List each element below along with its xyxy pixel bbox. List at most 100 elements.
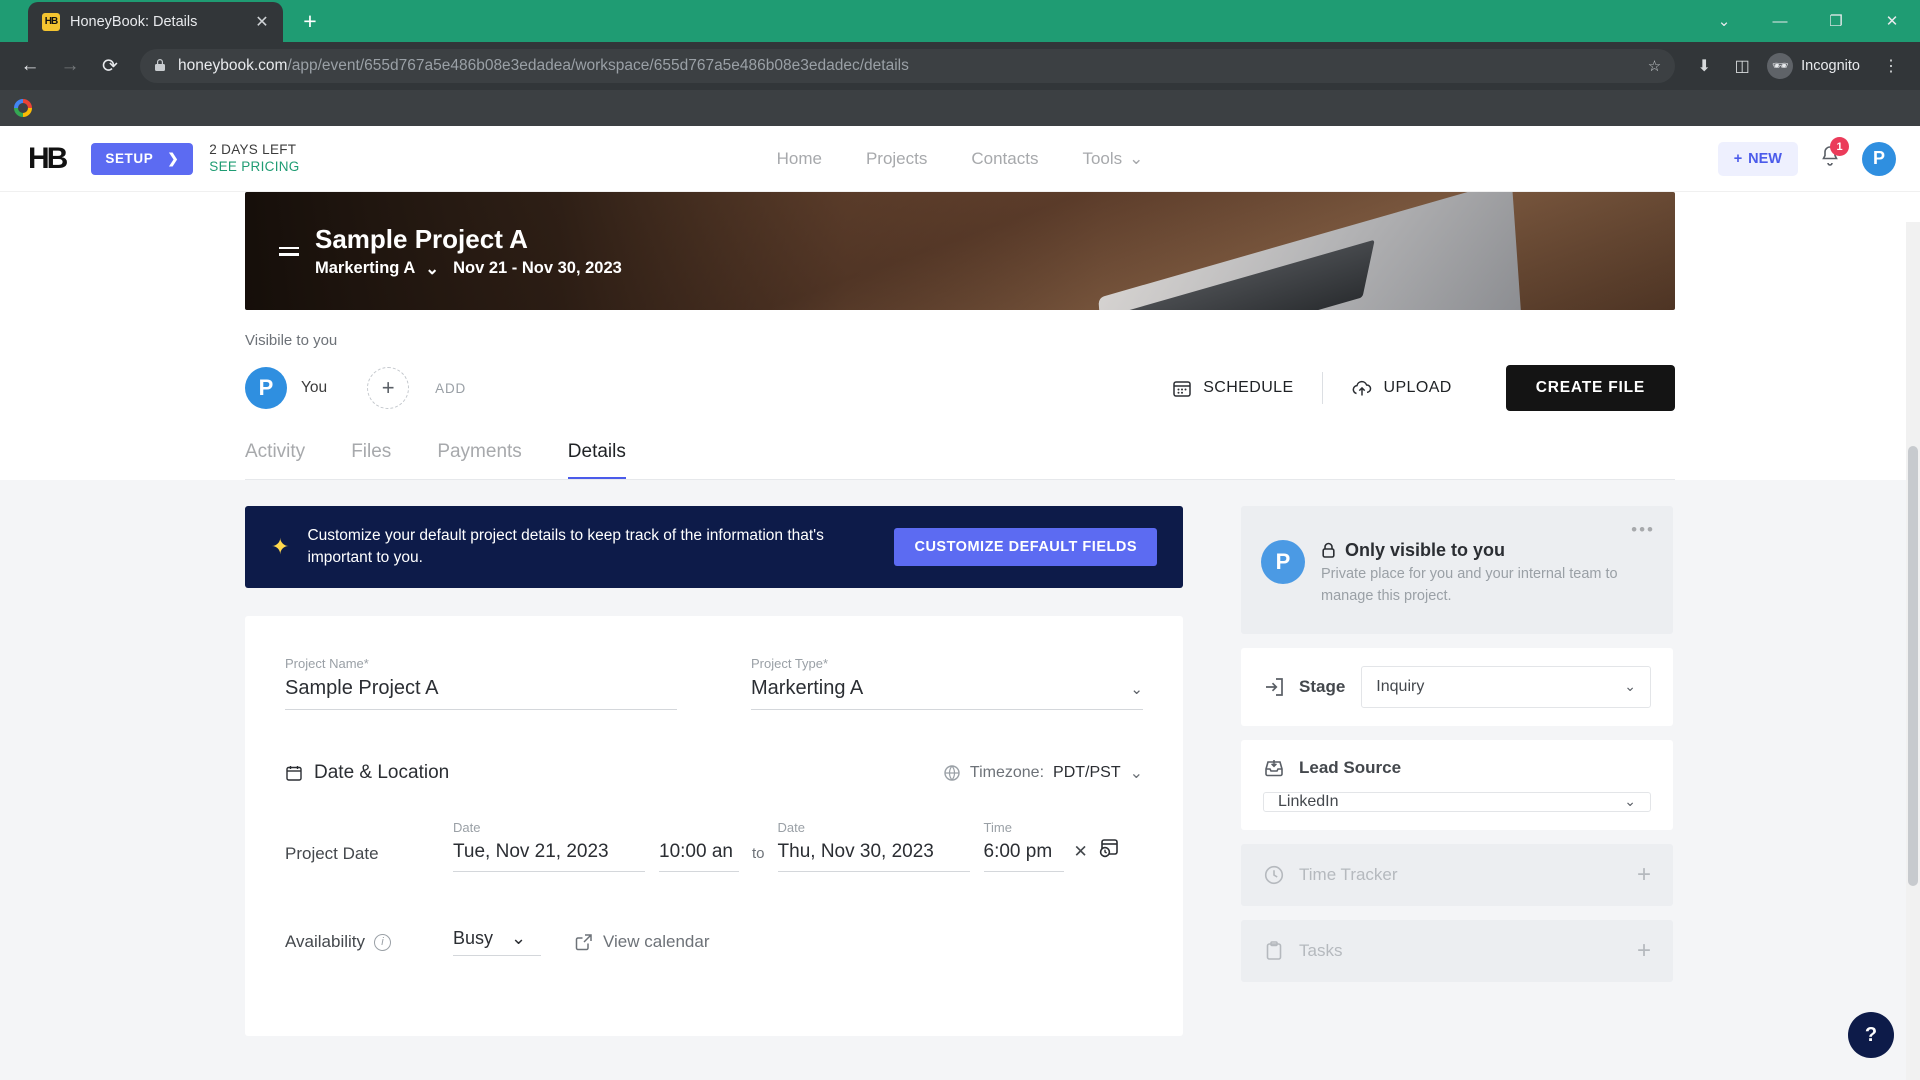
time-tracker-card[interactable]: Time Tracker + <box>1241 843 1673 906</box>
start-time-input[interactable]: 10:00 an <box>659 841 739 872</box>
back-icon[interactable]: ← <box>12 48 48 84</box>
new-tab-icon[interactable]: + <box>293 4 327 38</box>
nav-item-tools[interactable]: Tools ⌄ <box>1082 149 1143 169</box>
project-type-field[interactable]: Project Type* Markerting A ⌄ <box>751 656 1143 710</box>
tab-payments[interactable]: Payments <box>437 441 521 480</box>
address-bar[interactable]: honeybook.com/app/event/655d767a5e486b08… <box>140 49 1676 83</box>
bookmark-star-icon[interactable]: ☆ <box>1648 57 1661 75</box>
timezone-selector[interactable]: Timezone: PDT/PST ⌄ <box>943 763 1143 783</box>
more-options-icon[interactable]: ••• <box>1631 520 1655 540</box>
chevron-down-icon: ⌄ <box>1129 765 1143 782</box>
chevron-down-icon[interactable]: ⌄ <box>1696 0 1752 42</box>
availability-select[interactable]: Busy ⌄ <box>453 928 541 956</box>
project-type-label: Project Type* <box>751 656 829 671</box>
setup-button[interactable]: SETUP ❯ <box>91 142 194 175</box>
tab-files[interactable]: Files <box>351 441 391 480</box>
private-title-text: Only visible to you <box>1345 540 1506 560</box>
stage-text: Stage <box>1299 676 1346 696</box>
help-button[interactable]: ? <box>1848 1012 1894 1058</box>
nav-label: Home <box>776 148 822 168</box>
nav-item-contacts[interactable]: Contacts <box>971 149 1038 169</box>
new-button[interactable]: + NEW <box>1717 141 1798 176</box>
start-date-field[interactable]: Date Tue, Nov 21, 2023 <box>453 820 645 872</box>
window-controls: ⌄ — ❐ ✕ <box>1696 0 1920 42</box>
tab-details[interactable]: Details <box>567 441 626 480</box>
lock-icon <box>1322 542 1335 558</box>
tab-activity[interactable]: Activity <box>245 441 305 480</box>
app-header: HB SETUP ❯ 2 DAYS LEFT SEE PRICING Home … <box>0 126 1920 192</box>
nav-label: Contacts <box>971 148 1039 168</box>
view-calendar-link[interactable]: View calendar <box>575 932 709 952</box>
url-path: /app/event/655d767a5e486b08e3edadea/work… <box>287 57 909 74</box>
close-window-icon[interactable]: ✕ <box>1864 0 1920 42</box>
forward-icon[interactable]: → <box>52 48 88 84</box>
project-date-label: Project Date <box>285 844 379 863</box>
google-icon[interactable] <box>14 99 32 117</box>
project-date-range: Nov 21 - Nov 30, 2023 <box>453 259 622 278</box>
end-time-input[interactable]: 6:00 pm <box>983 841 1064 872</box>
project-name-field[interactable]: Project Name* Sample Project A <box>285 656 677 710</box>
end-date-input[interactable]: Thu, Nov 30, 2023 <box>777 841 970 872</box>
browser-menu-icon[interactable]: ⋮ <box>1874 49 1908 83</box>
project-name-input[interactable]: Sample Project A <box>285 677 677 710</box>
minimize-icon[interactable]: — <box>1752 0 1808 42</box>
create-file-button[interactable]: CREATE FILE <box>1505 365 1675 411</box>
reload-icon[interactable]: ⟳ <box>92 48 128 84</box>
project-hero-banner: Sample Project A Markerting A ⌄ Nov 21 -… <box>245 192 1675 310</box>
customize-default-fields-button[interactable]: CUSTOMIZE DEFAULT FIELDS <box>894 528 1157 566</box>
lead-source-label: Lead Source <box>1263 758 1651 778</box>
calendar-icon <box>286 766 302 781</box>
start-date-input[interactable]: Tue, Nov 21, 2023 <box>453 841 645 872</box>
incognito-profile[interactable]: 🕶 Incognito <box>1763 53 1870 79</box>
nav-item-projects[interactable]: Projects <box>866 149 927 169</box>
page-scrollbar[interactable] <box>1906 222 1920 1080</box>
maximize-icon[interactable]: ❐ <box>1808 0 1864 42</box>
section-title: Date & Location <box>285 762 449 784</box>
user-avatar[interactable]: P <box>1862 141 1896 176</box>
new-label: NEW <box>1748 150 1782 167</box>
external-link-icon <box>575 934 592 951</box>
person-label: You <box>301 379 328 396</box>
project-type-selector[interactable]: Markerting A ⌄ <box>315 259 439 279</box>
lead-source-card: Lead Source LinkedIn ⌄ <box>1241 739 1673 830</box>
info-icon[interactable]: i <box>374 933 392 951</box>
close-tab-icon[interactable]: ✕ <box>251 11 273 33</box>
chevron-down-icon: ⌄ <box>1130 680 1143 698</box>
add-person-button[interactable]: + <box>367 367 410 409</box>
stage-select[interactable]: Inquiry ⌄ <box>1361 665 1651 708</box>
recurring-calendar-icon[interactable] <box>1098 837 1120 872</box>
side-panel-icon[interactable]: ◫ <box>1725 49 1759 83</box>
incognito-label: Incognito <box>1801 58 1860 74</box>
trial-status: 2 DAYS LEFT SEE PRICING <box>209 142 299 176</box>
visibility-section: Visibile to you P You + ADD SCHEDULE UPL… <box>245 332 1675 411</box>
end-time-field[interactable]: Time 6:00 pm <box>983 820 1064 872</box>
scrollbar-thumb[interactable] <box>1908 446 1918 886</box>
hero-menu-icon[interactable] <box>279 246 299 256</box>
schedule-button[interactable]: SCHEDULE <box>1144 378 1321 398</box>
lead-source-select[interactable]: LinkedIn ⌄ <box>1263 791 1651 812</box>
incognito-icon: 🕶 <box>1767 53 1794 79</box>
notifications-button[interactable]: 1 <box>1818 137 1849 173</box>
download-icon[interactable]: ⬇ <box>1687 49 1721 83</box>
tasks-card[interactable]: Tasks + <box>1241 919 1673 982</box>
notification-badge: 1 <box>1830 137 1849 156</box>
honeybook-logo[interactable]: HB <box>28 142 68 176</box>
avatar[interactable]: P <box>1261 540 1305 584</box>
clear-date-icon[interactable]: ✕ <box>1064 842 1098 872</box>
start-date-label: Date <box>453 820 481 835</box>
add-task-icon[interactable]: + <box>1637 937 1651 965</box>
nav-item-home[interactable]: Home <box>777 149 822 169</box>
browser-tab[interactable]: HB HoneyBook: Details ✕ <box>28 2 283 42</box>
project-type-select[interactable]: Markerting A ⌄ <box>751 677 1143 710</box>
avatar[interactable]: P <box>245 367 287 409</box>
upload-cloud-icon <box>1352 380 1371 396</box>
start-time-field[interactable]: 10:00 an <box>659 820 739 872</box>
upload-button[interactable]: UPLOAD <box>1323 378 1480 398</box>
project-title: Sample Project A <box>315 224 528 255</box>
lock-icon <box>154 58 166 75</box>
see-pricing-link[interactable]: SEE PRICING <box>209 159 299 176</box>
stage-value: Inquiry <box>1376 677 1425 695</box>
add-time-entry-icon[interactable]: + <box>1637 861 1651 889</box>
end-date-field[interactable]: Date Thu, Nov 30, 2023 <box>777 820 970 872</box>
tasks-icon <box>1266 940 1282 960</box>
